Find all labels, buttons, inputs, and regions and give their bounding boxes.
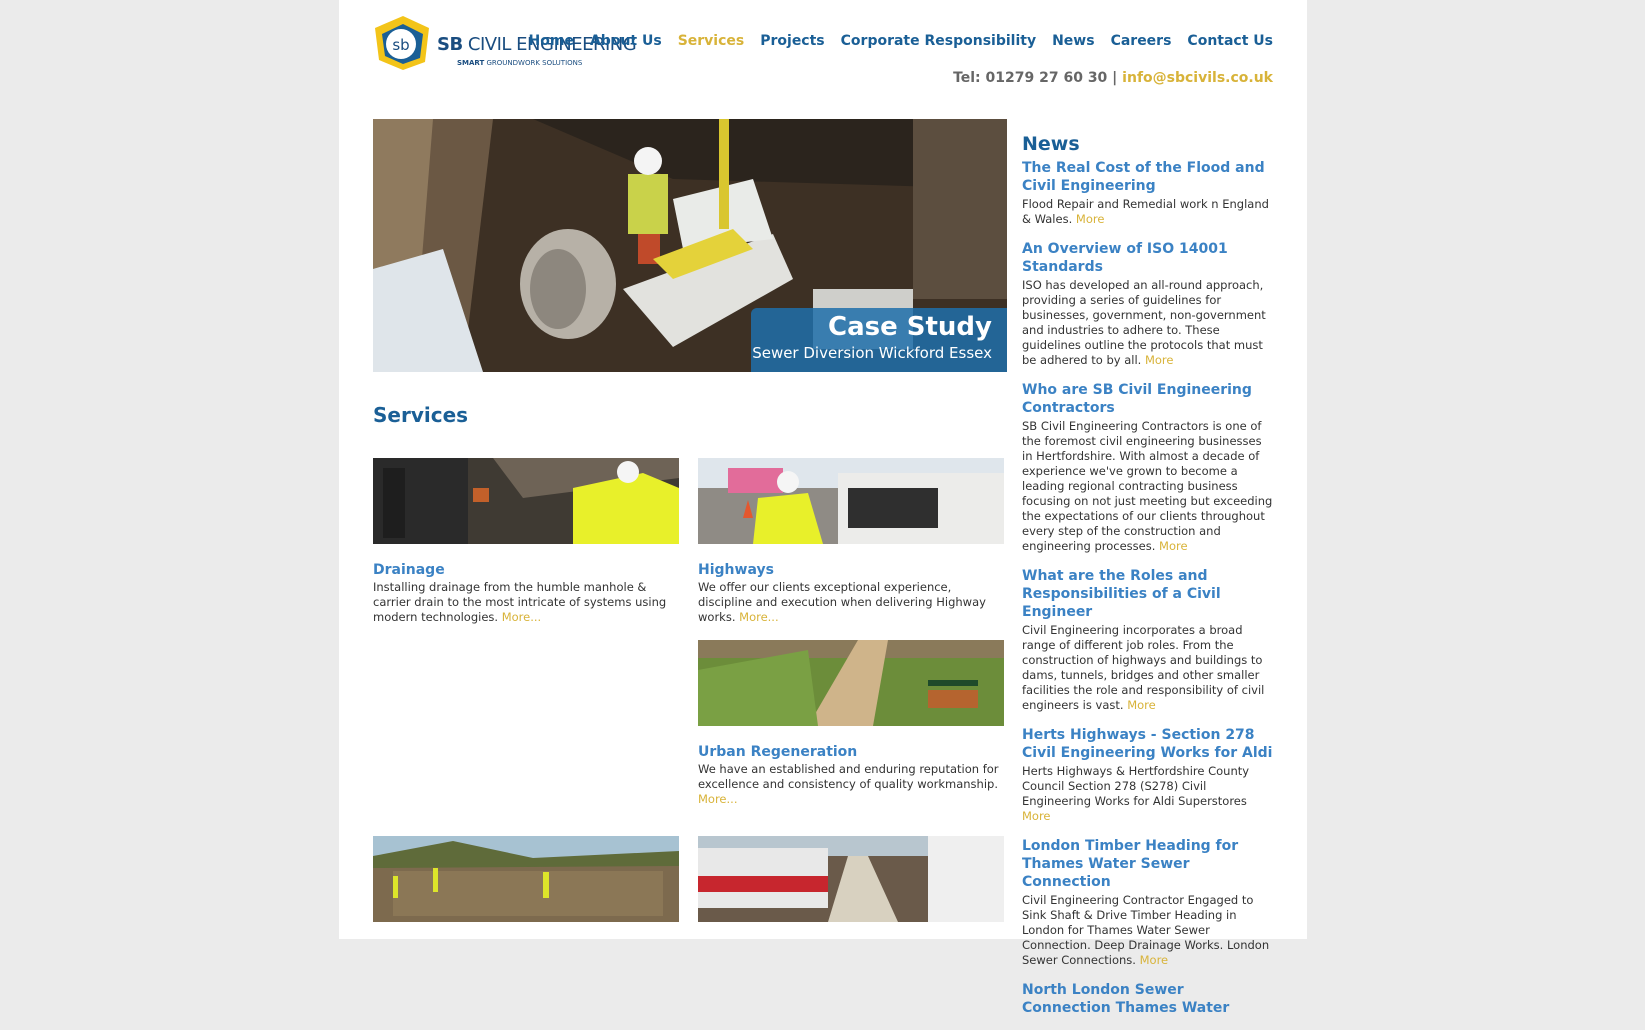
nav-about-us[interactable]: About Us (590, 33, 662, 49)
nav-corporate-responsibility[interactable]: Corporate Responsibility (841, 33, 1036, 49)
logo-tagline: SMART GROUNDWORK SOLUTIONS (457, 59, 583, 67)
more-link[interactable]: More... (739, 610, 778, 624)
more-link[interactable]: More (1127, 698, 1156, 712)
news-item-title[interactable]: An Overview of ISO 14001 Standards (1022, 240, 1274, 276)
case-study-caption: Case Study Sewer Diversion Wickford Esse… (751, 308, 1007, 372)
service-description: We have an established and enduring repu… (698, 762, 999, 806)
service-description: Installing drainage from the humble manh… (373, 580, 667, 624)
nav-careers[interactable]: Careers (1111, 33, 1172, 49)
service-title[interactable]: Drainage (373, 562, 679, 578)
service-description: We offer our clients exceptional experie… (698, 580, 986, 624)
page-container: sb SB CIVIL ENGINEERING SMART GROUNDWORK… (339, 0, 1307, 1016)
contact-separator: | (1112, 70, 1118, 86)
rail-photo[interactable] (698, 836, 1004, 922)
nav-news[interactable]: News (1052, 33, 1094, 49)
news-item: An Overview of ISO 14001 Standards ISO h… (1022, 240, 1274, 368)
hero-banner[interactable]: Case Study Sewer Diversion Wickford Esse… (373, 119, 1007, 372)
phone-number: Tel: 01279 27 60 30 (953, 70, 1108, 86)
service-card-highways: Highways We offer our clients exceptiona… (698, 458, 1004, 625)
news-sidebar: News The Real Cost of the Flood and Civi… (1022, 133, 1274, 1030)
service-title[interactable]: Highways (698, 562, 1004, 578)
logo-mark-icon: sb (375, 16, 429, 70)
more-link[interactable]: More (1022, 809, 1051, 823)
groundworks-photo[interactable] (373, 836, 679, 922)
news-item: Herts Highways - Section 278 Civil Engin… (1022, 726, 1274, 824)
service-card-rail (698, 836, 1004, 922)
news-item-summary: Civil Engineering incorporates a broad r… (1022, 623, 1265, 712)
nav-services[interactable]: Services (678, 33, 745, 49)
news-item-title[interactable]: North London Sewer Connection Thames Wat… (1022, 981, 1274, 1017)
nav-projects[interactable]: Projects (760, 33, 824, 49)
more-link[interactable]: More (1159, 539, 1188, 553)
news-item-summary: Civil Engineering Contractor Engaged to … (1022, 893, 1270, 967)
news-item: What are the Roles and Responsibilities … (1022, 567, 1274, 713)
news-item-title[interactable]: Herts Highways - Section 278 Civil Engin… (1022, 726, 1274, 762)
news-item: The Real Cost of the Flood and Civil Eng… (1022, 159, 1274, 227)
more-link[interactable]: More (1140, 953, 1169, 967)
news-item-title[interactable]: The Real Cost of the Flood and Civil Eng… (1022, 159, 1274, 195)
service-card-drainage: Drainage Installing drainage from the hu… (373, 458, 679, 625)
news-heading: News (1022, 133, 1080, 155)
nav-contact-us[interactable]: Contact Us (1187, 33, 1273, 49)
nav-home[interactable]: Home (529, 33, 574, 49)
news-item-title[interactable]: London Timber Heading for Thames Water S… (1022, 837, 1274, 891)
services-heading: Services (373, 403, 469, 427)
more-link[interactable]: More... (502, 610, 541, 624)
more-link[interactable]: More... (698, 792, 737, 806)
svg-text:sb: sb (392, 36, 409, 54)
more-link[interactable]: More (1076, 212, 1105, 226)
more-link[interactable]: More (1145, 353, 1174, 367)
hero-title: Case Study (827, 312, 992, 342)
news-item: Who are SB Civil Engineering Contractors… (1022, 381, 1274, 554)
news-item-summary: Flood Repair and Remedial work n England… (1022, 197, 1269, 226)
service-card-groundworks (373, 836, 679, 922)
drainage-photo[interactable] (373, 458, 679, 544)
news-item-title[interactable]: What are the Roles and Responsibilities … (1022, 567, 1274, 621)
highways-photo[interactable] (698, 458, 1004, 544)
service-card-urban-regeneration: Urban Regeneration We have an establishe… (698, 640, 1004, 807)
service-title[interactable]: Urban Regeneration (698, 744, 1004, 760)
hero-subtitle: Sewer Diversion Wickford Essex (752, 344, 992, 362)
email-link[interactable]: info@sbcivils.co.uk (1122, 70, 1273, 86)
main-nav: Home About Us Services Projects Corporat… (529, 33, 1273, 49)
news-item-summary: SB Civil Engineering Contractors is one … (1022, 419, 1273, 553)
news-item-title[interactable]: Who are SB Civil Engineering Contractors (1022, 381, 1274, 417)
news-item-summary: ISO has developed an all-round approach,… (1022, 278, 1266, 367)
news-item-summary: Herts Highways & Hertfordshire County Co… (1022, 764, 1250, 823)
contact-line: Tel: 01279 27 60 30 | info@sbcivils.co.u… (953, 70, 1273, 86)
news-item: North London Sewer Connection Thames Wat… (1022, 981, 1274, 1017)
urban-regeneration-photo[interactable] (698, 640, 1004, 726)
news-item: London Timber Heading for Thames Water S… (1022, 837, 1274, 968)
